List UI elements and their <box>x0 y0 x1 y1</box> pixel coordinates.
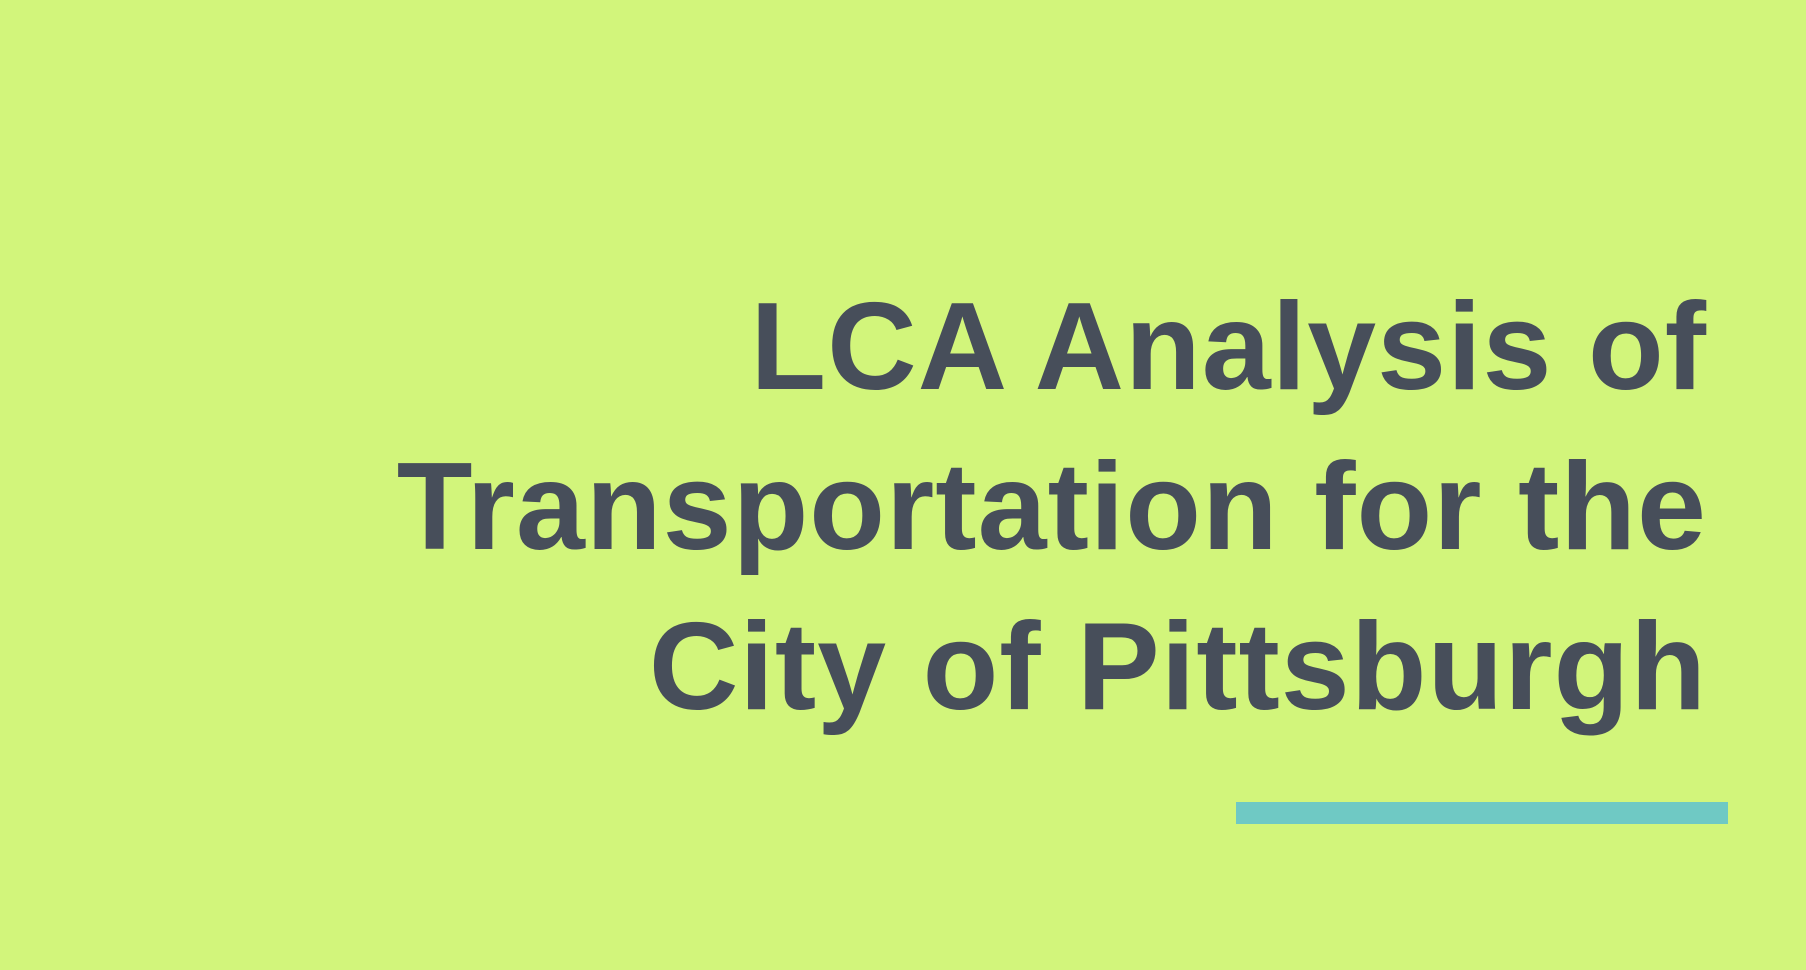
title-line-1: LCA Analysis of <box>750 278 1707 416</box>
title-line-3: City of Pittsburgh <box>648 598 1707 736</box>
slide-title: LCA Analysis of Transportation for the C… <box>7 267 1707 747</box>
title-slide: LCA Analysis of Transportation for the C… <box>0 0 1806 970</box>
title-line-2: Transportation for the <box>396 438 1707 576</box>
accent-bar-divider <box>1236 802 1728 824</box>
